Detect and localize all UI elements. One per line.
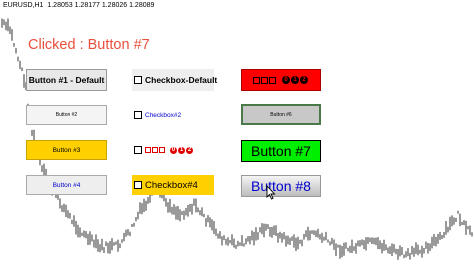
ohlc-values: 1.28053 1.28177 1.28026 1.28089: [47, 2, 155, 9]
checkbox-2-box[interactable]: [134, 111, 142, 119]
button-4-label: Button #4: [52, 181, 81, 189]
circled-digit-icon: 2: [300, 76, 308, 84]
button-5[interactable]: 0 1 2: [241, 69, 321, 91]
button-5-digit-2: 2: [302, 77, 306, 83]
button-1-label: Button #1 - Default: [28, 75, 105, 85]
square-symbol-icon: [152, 147, 158, 153]
checkbox-3-digit-1: 1: [179, 147, 184, 153]
circled-digit-icon: 1: [178, 146, 185, 154]
checkbox-3[interactable]: 0 1 2: [132, 140, 214, 160]
checkbox-3-digit-2: 2: [187, 147, 192, 153]
checkbox-2-label: Checkbox#2: [145, 111, 182, 119]
button-5-digit-0: 0: [284, 77, 288, 83]
checkbox-default-label: Checkbox-Default: [145, 75, 218, 85]
button-2-label: Button #2: [55, 112, 78, 118]
checkbox-4[interactable]: Checkbox#4: [132, 175, 214, 195]
button-8-label: Button #8: [251, 178, 311, 194]
button-7-label: Button #7: [251, 143, 311, 159]
button-8[interactable]: Button #8: [241, 175, 321, 197]
square-symbol-icon: [253, 76, 260, 84]
circled-digit-icon: 0: [170, 146, 177, 154]
button-2[interactable]: Button #2: [26, 105, 107, 125]
circled-digit-icon: 0: [282, 76, 290, 84]
square-symbol-icon: [145, 147, 151, 153]
arrow-cursor-icon: [266, 185, 276, 200]
button-7[interactable]: Button #7: [241, 140, 321, 162]
button-6[interactable]: Button #6: [241, 104, 321, 125]
button-5-digit-1: 1: [293, 77, 297, 83]
clicked-status-label: Clicked : Button #7: [28, 37, 150, 53]
button-4[interactable]: Button #4: [26, 175, 107, 195]
checkbox-3-digit-0: 0: [171, 147, 176, 153]
checkbox-default-box[interactable]: [134, 76, 142, 84]
checkbox-default[interactable]: Checkbox-Default: [132, 69, 218, 91]
checkbox-4-box[interactable]: [134, 181, 142, 189]
checkbox-4-label: Checkbox#4: [145, 179, 198, 191]
checkbox-3-box[interactable]: [134, 146, 142, 154]
square-symbol-icon: [261, 76, 268, 84]
chart-header: EURUSD,H1 1.28053 1.28177 1.28026 1.2808…: [3, 2, 154, 9]
symbol-label: EURUSD,H1: [3, 2, 44, 9]
checkbox-2[interactable]: Checkbox#2: [132, 105, 214, 125]
square-symbol-icon: [159, 147, 165, 153]
circled-digit-icon: 2: [186, 146, 193, 154]
circled-digit-icon: 1: [291, 76, 299, 84]
button-1-default[interactable]: Button #1 - Default: [26, 69, 107, 91]
button-3-label: Button #3: [52, 146, 81, 154]
button-3[interactable]: Button #3: [26, 140, 107, 160]
button-6-label: Button #6: [270, 111, 292, 118]
square-symbol-icon: [269, 76, 276, 84]
